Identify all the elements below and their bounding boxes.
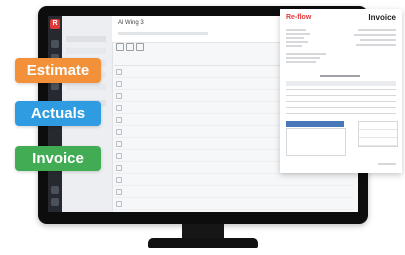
notes-box bbox=[286, 128, 346, 156]
invoice-document: Re-flow Invoice bbox=[280, 9, 402, 173]
line-item-rule bbox=[286, 89, 396, 90]
filter-icon[interactable] bbox=[126, 43, 134, 51]
rail-icon[interactable] bbox=[51, 198, 59, 206]
add-icon[interactable] bbox=[116, 43, 124, 51]
address-line bbox=[286, 41, 308, 43]
app-logo: R bbox=[50, 19, 60, 29]
invoice-meta-line bbox=[354, 34, 396, 36]
contact-line bbox=[286, 57, 320, 59]
invoice-title: Invoice bbox=[368, 13, 396, 22]
row-checkbox[interactable] bbox=[116, 165, 122, 171]
invoice-meta-line bbox=[360, 39, 396, 41]
row-checkbox[interactable] bbox=[116, 81, 122, 87]
totals-box bbox=[358, 121, 398, 147]
nav-item[interactable] bbox=[66, 36, 106, 42]
rail-icon[interactable] bbox=[51, 82, 59, 90]
row-checkbox[interactable] bbox=[116, 153, 122, 159]
rail-icon[interactable] bbox=[51, 40, 59, 48]
totals-row bbox=[359, 130, 397, 138]
table-row[interactable] bbox=[114, 174, 354, 186]
settings-icon[interactable] bbox=[136, 43, 144, 51]
nav-item[interactable] bbox=[66, 48, 106, 54]
invoice-brand: Re-flow bbox=[286, 14, 312, 21]
row-checkbox[interactable] bbox=[116, 201, 122, 207]
totals-row bbox=[359, 122, 397, 130]
line-item-rule bbox=[286, 107, 396, 108]
contact-line bbox=[286, 61, 316, 63]
app-breadcrumb bbox=[118, 32, 208, 35]
row-checkbox[interactable] bbox=[116, 69, 122, 75]
row-checkbox[interactable] bbox=[116, 177, 122, 183]
notes-bar bbox=[286, 121, 344, 127]
row-checkbox[interactable] bbox=[116, 117, 122, 123]
row-checkbox[interactable] bbox=[116, 129, 122, 135]
row-checkbox[interactable] bbox=[116, 189, 122, 195]
invoice-meta-line bbox=[358, 29, 396, 31]
monitor-stand-base bbox=[148, 238, 258, 248]
nav-item[interactable] bbox=[66, 84, 106, 90]
table-row[interactable] bbox=[114, 210, 354, 212]
line-item-rule bbox=[286, 101, 396, 102]
row-checkbox[interactable] bbox=[116, 141, 122, 147]
section-heading bbox=[320, 75, 360, 77]
invoice-label: Invoice bbox=[15, 146, 101, 171]
line-items-header bbox=[286, 81, 396, 86]
table-row[interactable] bbox=[114, 198, 354, 210]
rail-icon[interactable] bbox=[51, 186, 59, 194]
actuals-label: Actuals bbox=[15, 101, 101, 126]
address-line bbox=[286, 37, 304, 39]
line-item-rule bbox=[286, 95, 396, 96]
contact-line bbox=[286, 53, 326, 55]
address-line bbox=[286, 45, 302, 47]
address-line bbox=[286, 29, 306, 31]
estimate-label: Estimate bbox=[15, 58, 101, 83]
row-checkbox[interactable] bbox=[116, 93, 122, 99]
invoice-meta-line bbox=[356, 44, 396, 46]
app-title: Al Wing 3 bbox=[118, 20, 144, 26]
page-number bbox=[378, 163, 396, 165]
row-checkbox[interactable] bbox=[116, 105, 122, 111]
address-line bbox=[286, 33, 310, 35]
line-item-rule bbox=[286, 113, 396, 114]
table-row[interactable] bbox=[114, 186, 354, 198]
totals-row bbox=[359, 138, 397, 146]
